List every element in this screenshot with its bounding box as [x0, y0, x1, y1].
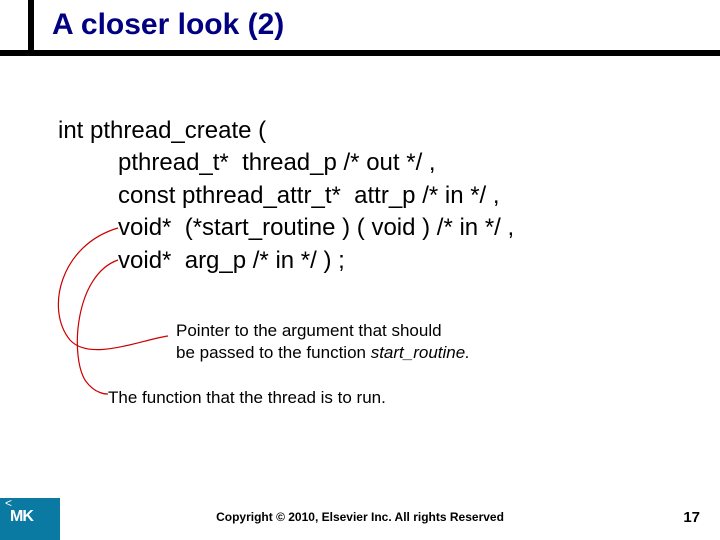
code-line-2: pthread_t* thread_p /* out */ , — [58, 149, 436, 176]
annotation-argp-line2b: start_routine. — [371, 343, 470, 362]
code-line-3: const pthread_attr_t* attr_p /* in */ , — [58, 182, 500, 209]
code-line-1: int pthread_create ( — [58, 117, 266, 144]
code-line-5: void* arg_p /* in */ ) ; — [58, 247, 345, 274]
annotation-argp: Pointer to the argument that should be p… — [176, 320, 470, 364]
code-line-4: void* (*start_routine ) ( void ) /* in *… — [58, 214, 514, 241]
title-horizontal-rule — [0, 50, 720, 56]
annotation-argp-line2a: be passed to the function — [176, 343, 371, 362]
code-block: int pthread_create ( pthread_t* thread_p… — [58, 115, 514, 277]
slide-title: A closer look (2) — [52, 8, 284, 42]
annotation-argp-line1: Pointer to the argument that should — [176, 321, 442, 340]
title-vertical-rule — [28, 0, 34, 50]
mk-logo-text: MK — [10, 508, 33, 526]
annotation-startroutine: The function that the thread is to run. — [108, 388, 386, 408]
copyright-text: Copyright © 2010, Elsevier Inc. All righ… — [0, 510, 720, 524]
page-number: 17 — [683, 509, 700, 526]
mk-logo: < MK — [0, 498, 60, 540]
